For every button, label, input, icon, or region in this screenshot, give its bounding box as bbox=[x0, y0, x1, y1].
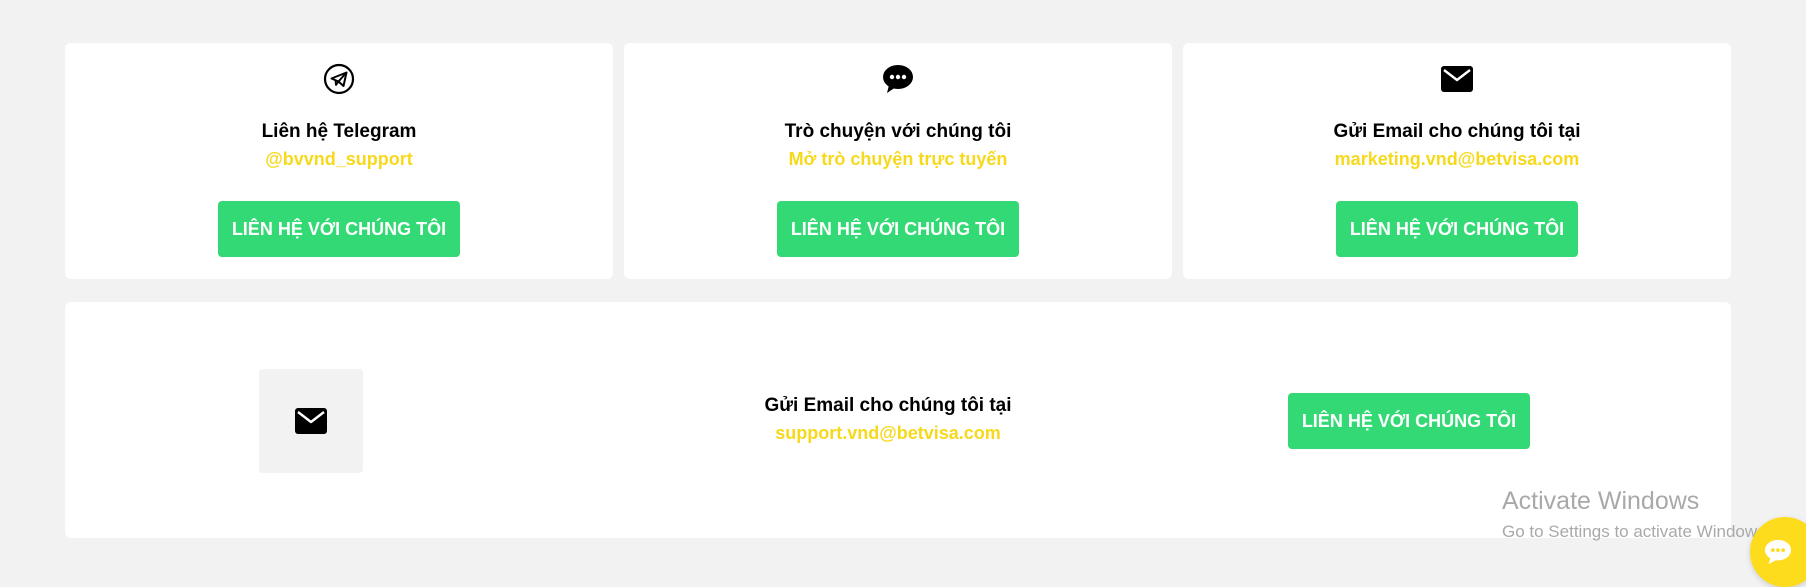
telegram-handle: @bvvnd_support bbox=[265, 149, 413, 169]
card-title: Gửi Email cho chúng tôi tại bbox=[1333, 121, 1581, 142]
chat-bubble-icon bbox=[1764, 539, 1792, 565]
envelope-icon-box bbox=[259, 369, 363, 473]
telegram-contact-button[interactable]: LIÊN HỆ VỚI CHÚNG TÔI bbox=[218, 201, 460, 257]
telegram-contact-card: Liên hệ Telegram @bvvnd_support LIÊN HỆ … bbox=[65, 43, 613, 279]
support-email-card: Gửi Email cho chúng tôi tại support.vnd@… bbox=[65, 302, 1731, 538]
live-chat-widget-button[interactable] bbox=[1750, 517, 1806, 587]
card-title: Gửi Email cho chúng tôi tại bbox=[764, 395, 1012, 416]
support-email-address: support.vnd@betvisa.com bbox=[775, 423, 1001, 443]
envelope-icon bbox=[295, 408, 327, 434]
card-title: Liên hệ Telegram bbox=[261, 121, 417, 142]
live-chat-contact-button[interactable]: LIÊN HỆ VỚI CHÚNG TÔI bbox=[777, 201, 1019, 257]
activate-windows-subtitle: Go to Settings to activate Windows. bbox=[1502, 522, 1771, 541]
marketing-email-address: marketing.vnd@betvisa.com bbox=[1334, 149, 1580, 169]
telegram-icon bbox=[321, 61, 357, 97]
live-chat-card: Trò chuyện với chúng tôi Mở trò chuyện t… bbox=[624, 43, 1172, 279]
chat-bubble-icon bbox=[880, 61, 916, 97]
marketing-email-contact-button[interactable]: LIÊN HỆ VỚI CHÚNG TÔI bbox=[1336, 201, 1578, 257]
card-title: Trò chuyện với chúng tôi bbox=[784, 121, 1012, 142]
support-email-contact-button[interactable]: LIÊN HỆ VỚI CHÚNG TÔI bbox=[1288, 393, 1530, 449]
envelope-icon bbox=[1439, 61, 1475, 97]
open-chat-text: Mở trò chuyện trực tuyến bbox=[788, 149, 1008, 169]
activate-windows-title: Activate Windows bbox=[1502, 487, 1700, 515]
marketing-email-card: Gửi Email cho chúng tôi tại marketing.vn… bbox=[1183, 43, 1731, 279]
